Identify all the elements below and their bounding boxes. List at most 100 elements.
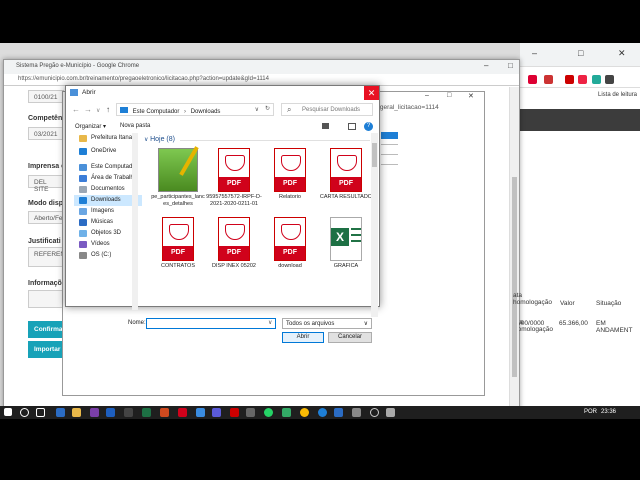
pdf-reader-icon[interactable] (178, 408, 187, 417)
mail-icon[interactable] (56, 408, 65, 417)
dialog-close-button[interactable]: ✕ (364, 86, 379, 100)
scroll-thumb[interactable] (512, 177, 517, 377)
minimize-icon[interactable]: – (425, 92, 429, 99)
pdf-file-icon: PDF (218, 217, 250, 261)
field-value-4[interactable]: REFEREN (28, 247, 65, 267)
language-indicator[interactable]: POR (584, 409, 597, 415)
word-icon[interactable] (106, 408, 115, 417)
app-icon[interactable] (370, 408, 379, 417)
address-path[interactable]: Este Computador › Downloads ∨ ↻ (116, 103, 274, 116)
file-item[interactable]: PDF 95957557572-IRPF-D-2021-2020-0211-01 (206, 148, 262, 208)
forward-arrow-icon[interactable]: → (84, 105, 92, 114)
chevron-down-icon[interactable]: ∨ (268, 319, 272, 326)
path-segment-computer[interactable]: Este Computador (133, 109, 180, 115)
excel-icon[interactable] (142, 408, 151, 417)
organize-button[interactable]: Organizar ▾ (75, 123, 106, 130)
windows-start-icon[interactable] (4, 408, 12, 416)
field-value-1[interactable]: 03/2021 (28, 127, 64, 140)
cloud-icon (79, 148, 87, 155)
new-folder-button[interactable]: Nova pasta (120, 123, 150, 129)
extension-icon[interactable] (528, 75, 537, 84)
app-icon[interactable] (196, 408, 205, 417)
desktop-icon (79, 175, 87, 182)
desktop: – □ ✕ Lista de leitura Sistema Pregão e-… (0, 43, 640, 406)
minimize-icon[interactable]: – (532, 48, 537, 58)
grid-line (381, 144, 398, 145)
extension-icon[interactable] (544, 75, 553, 84)
app-icon[interactable] (334, 408, 343, 417)
clock[interactable]: 23:36 (601, 409, 616, 415)
nav-scrollbar[interactable] (132, 133, 138, 310)
pdf-file-icon: PDF (162, 217, 194, 261)
nav-item-label: Imagens (91, 208, 115, 214)
field-value-3[interactable]: Aberto/Fe (28, 211, 64, 224)
extension-icon[interactable] (592, 75, 601, 84)
scroll-thumb[interactable] (372, 143, 377, 167)
maximize-icon[interactable]: □ (508, 61, 513, 70)
field-label-1: Competên (28, 115, 63, 122)
whatsapp-icon[interactable] (264, 408, 273, 417)
preview-pane-icon[interactable] (348, 123, 356, 130)
app-icon[interactable] (124, 408, 133, 417)
search-icon[interactable] (20, 408, 29, 417)
file-item[interactable]: PDF DISP INEX 05202 (206, 217, 262, 270)
file-item[interactable]: PDF download (262, 217, 318, 270)
file-item[interactable]: pe_participantes_lances_detalhes (150, 146, 206, 208)
app-icon[interactable] (212, 408, 221, 417)
reading-list-label[interactable]: Lista de leitura (598, 92, 637, 98)
file-item[interactable]: PDF Relatorio (262, 148, 318, 201)
task-view-icon[interactable] (36, 408, 45, 417)
edge-icon[interactable] (318, 408, 327, 417)
table-cell-status: EM ANDAMENT (596, 320, 633, 334)
field-value-5[interactable] (28, 290, 64, 308)
app-icon[interactable] (386, 408, 395, 417)
path-segment-downloads[interactable]: Downloads (191, 109, 221, 115)
pdf-file-icon: PDF (218, 148, 250, 192)
field-label-4: Justificati (28, 238, 61, 245)
bookmarks-bar: Lista de leitura (520, 72, 640, 98)
back-arrow-icon[interactable]: ← (72, 105, 80, 114)
minimize-icon[interactable]: – (484, 61, 488, 70)
nav-item-label: Este Computador (91, 164, 138, 170)
app-icon[interactable] (282, 408, 291, 417)
group-divider (180, 140, 370, 141)
pdf-extension-icon[interactable] (565, 75, 574, 84)
onenote-icon[interactable] (90, 408, 99, 417)
close-icon[interactable]: ✕ (468, 92, 474, 100)
app-icon[interactable] (230, 408, 239, 417)
file-item[interactable]: PDF CONTRATOS (150, 217, 206, 270)
app-icon[interactable] (352, 408, 361, 417)
file-name: CONTRATOS (160, 263, 196, 269)
file-name-input[interactable] (146, 318, 276, 329)
extension-icon[interactable] (605, 75, 614, 84)
powerpoint-icon[interactable] (160, 408, 169, 417)
group-header[interactable]: ∨ Hoje (8) (144, 136, 370, 143)
help-icon[interactable]: ? (364, 122, 373, 131)
maximize-icon[interactable]: □ (578, 48, 583, 58)
field-value-2[interactable]: DEL SITE (28, 175, 64, 193)
computer-icon (79, 164, 87, 171)
file-item[interactable]: PDF CARTA RESULTADO (318, 148, 372, 201)
chevron-down-icon[interactable]: ∨ (96, 107, 100, 114)
app-icon[interactable] (246, 408, 255, 417)
extension-icon[interactable] (578, 75, 587, 84)
chevron-down-icon[interactable]: ∨ (255, 106, 259, 113)
file-explorer-icon[interactable] (72, 408, 81, 417)
view-options-icon[interactable] (322, 123, 329, 129)
file-scrollbar[interactable] (371, 133, 378, 317)
up-arrow-icon[interactable]: ↑ (106, 105, 110, 114)
file-name: pe_participantes_lances_detalhes (151, 194, 205, 207)
refresh-icon[interactable]: ↻ (265, 105, 270, 112)
file-item[interactable]: X GRAFICA (318, 217, 372, 270)
file-type-select[interactable]: Todos os arquivos ∨ (282, 318, 372, 329)
field-value-0[interactable]: 0100/21 (28, 90, 64, 103)
close-icon[interactable]: ✕ (618, 48, 626, 59)
cancel-button[interactable]: Cancelar (328, 332, 372, 343)
maximize-icon[interactable]: □ (447, 92, 451, 99)
open-button[interactable]: Abrir (282, 332, 324, 343)
chrome-icon[interactable] (300, 408, 309, 417)
popup-scrollbar[interactable] (509, 87, 519, 406)
search-input[interactable]: ⌕ Pesquisar Downloads (281, 103, 373, 116)
image-file-icon (158, 146, 199, 192)
group-label: Hoje (8) (150, 136, 175, 143)
